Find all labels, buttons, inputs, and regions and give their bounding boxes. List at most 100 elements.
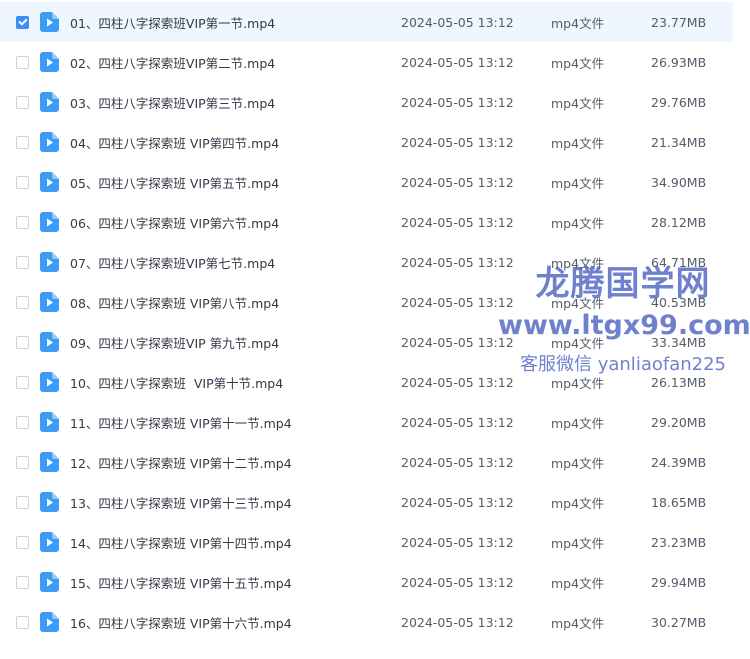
file-row[interactable]: 15、四柱八字探索班 VIP第十五节.mp4 2024-05-05 13:12 mp…: [0, 562, 733, 602]
file-date: 2024-05-05 13:12: [401, 94, 514, 110]
video-file-icon: [40, 372, 59, 392]
file-date: 2024-05-05 13:12: [401, 334, 514, 350]
file-type: mp4文件: [551, 335, 605, 351]
file-type: mp4文件: [551, 575, 605, 591]
file-row[interactable]: 11、四柱八字探索班 VIP第十一节.mp4 2024-05-05 13:12 mp…: [0, 402, 733, 442]
file-date: 2024-05-05 13:12: [401, 254, 514, 270]
video-file-icon: [40, 252, 59, 272]
file-checkbox[interactable]: [16, 175, 29, 189]
file-size: 40.53MB: [651, 294, 707, 310]
file-name[interactable]: 08、四柱八字探索班 VIP第八节.mp4: [70, 293, 279, 312]
file-checkbox[interactable]: [16, 615, 29, 629]
file-row[interactable]: 08、四柱八字探索班 VIP第八节.mp4 2024-05-05 13:12 mp4…: [0, 282, 733, 322]
file-checkbox[interactable]: [16, 135, 29, 149]
file-checkbox[interactable]: [16, 95, 29, 109]
file-type: mp4文件: [551, 615, 605, 631]
file-row[interactable]: 14、四柱八字探索班 VIP第十四节.mp4 2024-05-05 13:12 mp…: [0, 522, 733, 562]
file-size: 24.39MB: [651, 454, 707, 470]
file-name[interactable]: 02、四柱八字探索班VIP第二节.mp4: [70, 53, 275, 72]
file-name[interactable]: 11、四柱八字探索班 VIP第十一节.mp4: [70, 413, 292, 432]
file-date: 2024-05-05 13:12: [401, 294, 514, 310]
file-type: mp4文件: [551, 95, 605, 111]
file-checkbox[interactable]: [16, 375, 29, 389]
file-size: 23.23MB: [651, 534, 707, 550]
file-row[interactable]: 05、四柱八字探索班 VIP第五节.mp4 2024-05-05 13:12 mp4…: [0, 162, 733, 202]
file-row[interactable]: 02、四柱八字探索班VIP第二节.mp4 2024-05-05 13:12 mp4文…: [0, 42, 733, 82]
file-size: 34.90MB: [651, 174, 707, 190]
file-size: 30.27MB: [651, 614, 707, 630]
video-file-icon: [40, 492, 59, 512]
video-file-icon: [40, 532, 59, 552]
file-name[interactable]: 16、四柱八字探索班 VIP第十六节.mp4: [70, 613, 292, 632]
video-file-icon: [40, 12, 59, 32]
file-checkbox[interactable]: [16, 295, 29, 309]
file-size: 33.34MB: [651, 334, 707, 350]
file-checkbox[interactable]: [16, 575, 29, 589]
file-date: 2024-05-05 13:12: [401, 414, 514, 430]
file-row[interactable]: 10、四柱八字探索班 VIP第十节.mp4 2024-05-05 13:12 mp4…: [0, 362, 733, 402]
file-checkbox[interactable]: [16, 15, 29, 29]
file-date: 2024-05-05 13:12: [401, 374, 514, 390]
file-row[interactable]: 03、四柱八字探索班VIP第三节.mp4 2024-05-05 13:12 mp4文…: [0, 82, 733, 122]
file-date: 2024-05-05 13:12: [401, 574, 514, 590]
file-name[interactable]: 14、四柱八字探索班 VIP第十四节.mp4: [70, 533, 292, 552]
file-size: 18.65MB: [651, 494, 707, 510]
video-file-icon: [40, 212, 59, 232]
file-name[interactable]: 06、四柱八字探索班 VIP第六节.mp4: [70, 213, 279, 232]
file-name[interactable]: 07、四柱八字探索班VIP第七节.mp4: [70, 253, 275, 272]
file-size: 28.12MB: [651, 214, 707, 230]
video-file-icon: [40, 612, 59, 632]
file-checkbox[interactable]: [16, 535, 29, 549]
file-type: mp4文件: [551, 455, 605, 471]
file-row[interactable]: 12、四柱八字探索班 VIP第十二节.mp4 2024-05-05 13:12 mp…: [0, 442, 733, 482]
file-row[interactable]: 07、四柱八字探索班VIP第七节.mp4 2024-05-05 13:12 mp4文…: [0, 242, 733, 282]
file-date: 2024-05-05 13:12: [401, 174, 514, 190]
file-size: 29.76MB: [651, 94, 707, 110]
file-type: mp4文件: [551, 255, 605, 271]
file-date: 2024-05-05 13:12: [401, 614, 514, 630]
file-name[interactable]: 15、四柱八字探索班 VIP第十五节.mp4: [70, 573, 292, 592]
file-checkbox[interactable]: [16, 455, 29, 469]
file-name[interactable]: 09、四柱八字探索班VIP 第九节.mp4: [70, 333, 279, 352]
file-name[interactable]: 05、四柱八字探索班 VIP第五节.mp4: [70, 173, 279, 192]
file-type: mp4文件: [551, 55, 605, 71]
file-checkbox[interactable]: [16, 215, 29, 229]
file-size: 26.93MB: [651, 54, 707, 70]
file-size: 21.34MB: [651, 134, 707, 150]
file-checkbox[interactable]: [16, 495, 29, 509]
file-checkbox[interactable]: [16, 255, 29, 269]
file-row[interactable]: 16、四柱八字探索班 VIP第十六节.mp4 2024-05-05 13:12 mp…: [0, 602, 733, 642]
video-file-icon: [40, 132, 59, 152]
file-checkbox[interactable]: [16, 415, 29, 429]
file-type: mp4文件: [551, 295, 605, 311]
file-type: mp4文件: [551, 215, 605, 231]
file-date: 2024-05-05 13:12: [401, 134, 514, 150]
file-name[interactable]: 12、四柱八字探索班 VIP第十二节.mp4: [70, 453, 292, 472]
file-name[interactable]: 13、四柱八字探索班 VIP第十三节.mp4: [70, 493, 292, 512]
file-name[interactable]: 03、四柱八字探索班VIP第三节.mp4: [70, 93, 275, 112]
file-list: 01、四柱八字探索班VIP第一节.mp4 2024-05-05 13:12 mp4文…: [0, 2, 733, 642]
file-type: mp4文件: [551, 495, 605, 511]
file-date: 2024-05-05 13:12: [401, 494, 514, 510]
file-type: mp4文件: [551, 175, 605, 191]
file-size: 29.20MB: [651, 414, 707, 430]
file-type: mp4文件: [551, 375, 605, 391]
file-row[interactable]: 09、四柱八字探索班VIP 第九节.mp4 2024-05-05 13:12 mp4…: [0, 322, 733, 362]
file-date: 2024-05-05 13:12: [401, 534, 514, 550]
file-name[interactable]: 10、四柱八字探索班 VIP第十节.mp4: [70, 373, 283, 392]
file-row[interactable]: 13、四柱八字探索班 VIP第十三节.mp4 2024-05-05 13:12 mp…: [0, 482, 733, 522]
file-checkbox[interactable]: [16, 55, 29, 69]
file-row[interactable]: 06、四柱八字探索班 VIP第六节.mp4 2024-05-05 13:12 mp4…: [0, 202, 733, 242]
file-row[interactable]: 04、四柱八字探索班 VIP第四节.mp4 2024-05-05 13:12 mp4…: [0, 122, 733, 162]
file-size: 29.94MB: [651, 574, 707, 590]
file-size: 26.13MB: [651, 374, 707, 390]
file-checkbox[interactable]: [16, 335, 29, 349]
video-file-icon: [40, 452, 59, 472]
file-date: 2024-05-05 13:12: [401, 214, 514, 230]
file-type: mp4文件: [551, 415, 605, 431]
file-name[interactable]: 01、四柱八字探索班VIP第一节.mp4: [70, 13, 275, 32]
video-file-icon: [40, 332, 59, 352]
file-row[interactable]: 01、四柱八字探索班VIP第一节.mp4 2024-05-05 13:12 mp4文…: [0, 2, 733, 42]
file-date: 2024-05-05 13:12: [401, 54, 514, 70]
file-name[interactable]: 04、四柱八字探索班 VIP第四节.mp4: [70, 133, 279, 152]
